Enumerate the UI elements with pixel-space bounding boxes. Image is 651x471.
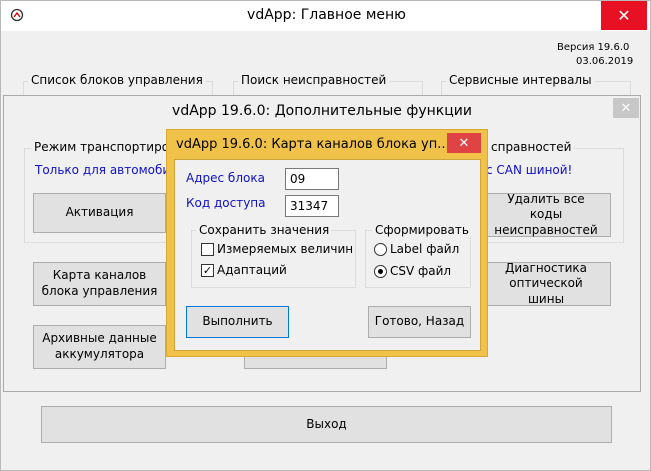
transport-note: Только для автомобил (35, 163, 178, 177)
measured-values-label: Измеряемых величин (217, 242, 354, 256)
address-field[interactable]: 09 (285, 168, 339, 190)
extra-close-button[interactable]: ✕ (613, 98, 639, 118)
version-text: Версия 19.6.0 (557, 42, 630, 53)
form-group-label: Сформировать (372, 223, 472, 237)
battery-archive-button[interactable]: Архивные данные аккумулятора (33, 325, 166, 369)
transport-mode-group-label: Режим транспортиров (31, 140, 180, 154)
channel-map-button[interactable]: Карта каналов блока управления (33, 262, 166, 306)
access-code-label: Код доступа (186, 196, 266, 210)
delete-codes-button[interactable]: Удалить все коды неисправностей (481, 192, 611, 237)
main-titlebar: vdApp: Главное меню ✕ (1, 1, 650, 31)
access-code-field[interactable]: 31347 (285, 195, 339, 217)
close-icon: ✕ (458, 135, 470, 151)
fault-search-group-label: Поиск неисправностей (238, 73, 390, 87)
control-units-group-label: Список блоков управления (28, 73, 206, 87)
main-close-button[interactable]: ✕ (601, 1, 647, 30)
dialog-titlebar: vdApp 19.6.0: Карта каналов блока уп... … (167, 130, 487, 158)
form-group (365, 230, 471, 288)
bus-diagnostics-button[interactable]: Диагностика оптической шины (481, 261, 611, 306)
address-label: Адрес блока (186, 171, 265, 185)
measured-values-checkbox[interactable] (201, 243, 214, 256)
csv-file-radio[interactable] (374, 265, 387, 278)
faults-group-label: справностей (488, 140, 575, 154)
done-back-button[interactable]: Готово, Назад (368, 306, 471, 338)
save-values-group-label: Сохранить значения (196, 223, 333, 237)
csv-file-label: CSV файл (390, 264, 452, 278)
close-icon: ✕ (620, 100, 632, 116)
dialog-body: Адрес блока 09 Код доступа 31347 Сохрани… (174, 159, 481, 351)
label-file-label: Label файл (390, 242, 460, 256)
close-icon: ✕ (617, 6, 631, 25)
save-values-group (191, 230, 356, 288)
adaptation-checkbox[interactable]: ✓ (201, 264, 214, 277)
extra-titlebar: vdApp 19.6.0: Дополнительные функции ✕ (4, 96, 640, 126)
service-intervals-group-label: Сервисные интервалы (446, 73, 595, 87)
adaptation-label: Адаптаций (217, 263, 287, 277)
execute-button[interactable]: Выполнить (186, 306, 289, 338)
can-note: с CAN шиной! (486, 163, 573, 177)
dialog-close-button[interactable]: ✕ (447, 133, 481, 153)
exit-button[interactable]: Выход (41, 406, 612, 443)
activate-button[interactable]: Активация (33, 193, 166, 233)
date-text: 03.06.2019 (576, 56, 634, 67)
extra-window-title: vdApp 19.6.0: Дополнительные функции (172, 103, 472, 119)
main-window-title: vdApp: Главное меню (247, 7, 406, 23)
channel-map-dialog: vdApp 19.6.0: Карта каналов блока уп... … (166, 129, 488, 357)
label-file-radio[interactable] (374, 243, 387, 256)
dialog-title: vdApp 19.6.0: Карта каналов блока уп... (176, 137, 450, 152)
